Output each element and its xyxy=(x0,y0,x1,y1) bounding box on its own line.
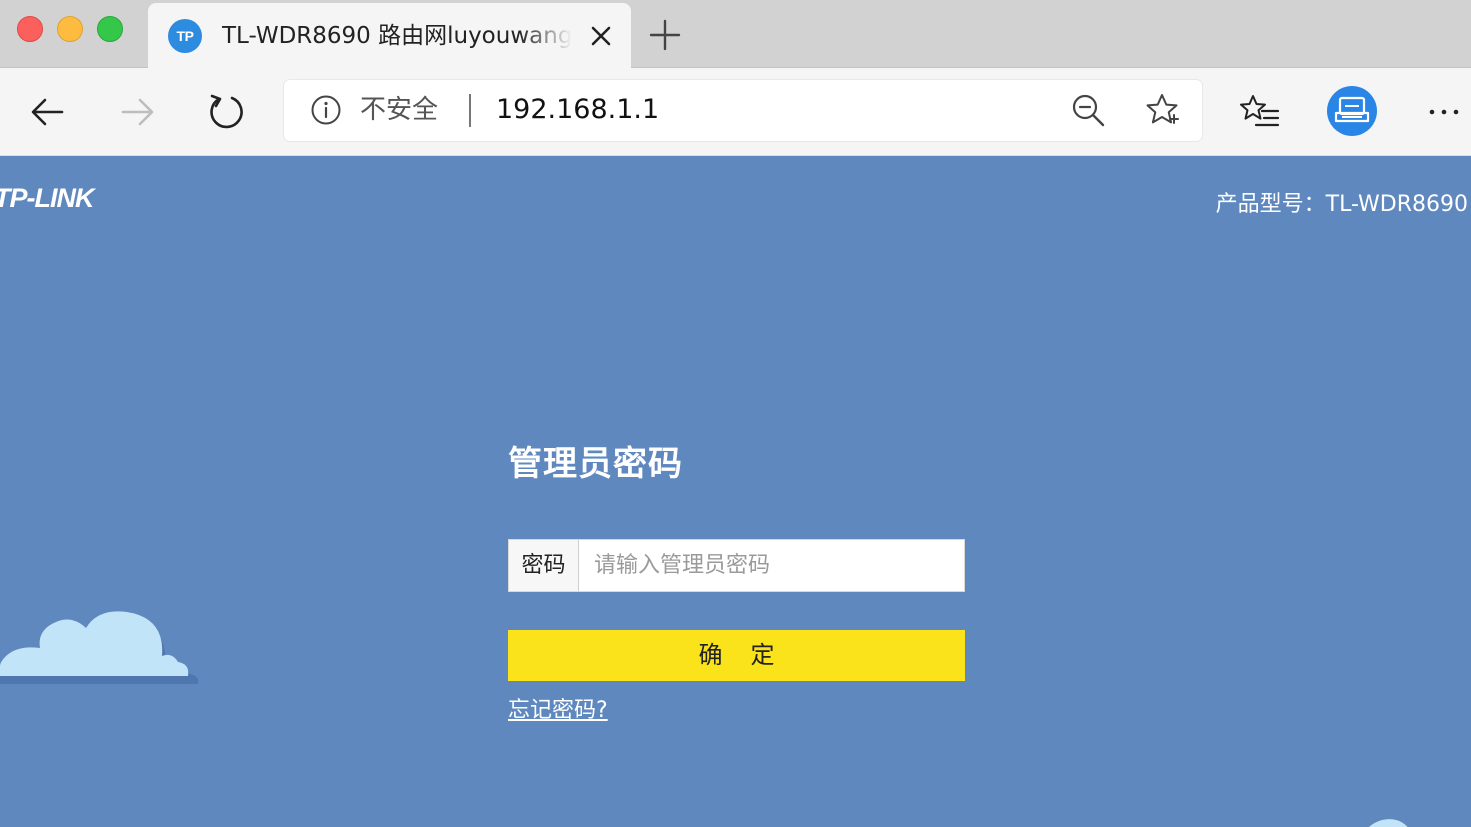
more-options-icon[interactable] xyxy=(1424,98,1464,126)
browser-toolbar: 不安全 192.168.1.1 xyxy=(0,68,1471,156)
password-label: 密码 xyxy=(509,540,579,591)
tab-close-icon[interactable] xyxy=(586,21,616,51)
new-tab-plus-icon[interactable] xyxy=(648,18,682,52)
password-input[interactable] xyxy=(580,540,964,591)
address-bar[interactable]: 不安全 192.168.1.1 xyxy=(284,80,1202,141)
cloud-decoration-left xyxy=(0,611,199,684)
back-arrow-icon[interactable] xyxy=(26,90,70,134)
zoom-out-icon[interactable] xyxy=(1070,92,1106,128)
login-title: 管理员密码 xyxy=(508,444,683,484)
add-favorite-star-icon[interactable] xyxy=(1144,92,1180,128)
tab-strip: TP TL-WDR8690 路由网luyouwang.net xyxy=(0,0,1471,69)
reload-icon[interactable] xyxy=(204,90,248,134)
browser-tab-active[interactable]: TP TL-WDR8690 路由网luyouwang.net xyxy=(148,3,631,69)
cloud-decoration-right xyxy=(1369,819,1408,827)
site-info-icon[interactable] xyxy=(310,94,342,126)
router-login-page: TP-LINK 产品型号：TL-WDR8690 管理员密码 密码 确定 忘记密码… xyxy=(0,156,1471,827)
profile-avatar[interactable] xyxy=(1327,86,1377,136)
favorites-list-icon[interactable] xyxy=(1240,94,1280,130)
product-model-text: 产品型号：TL-WDR8690 xyxy=(1215,192,1468,217)
forgot-password-link[interactable]: 忘记密码? xyxy=(508,696,608,726)
tab-title: TL-WDR8690 路由网luyouwang.net xyxy=(222,23,572,49)
window-minimize-button[interactable] xyxy=(57,16,83,42)
address-separator xyxy=(469,94,471,127)
url-text[interactable]: 192.168.1.1 xyxy=(496,93,659,127)
window-close-button[interactable] xyxy=(17,16,43,42)
security-status-text[interactable]: 不安全 xyxy=(360,93,438,127)
tp-link-favicon-icon: TP xyxy=(168,19,202,53)
confirm-button[interactable]: 确定 xyxy=(508,630,965,681)
window-zoom-button[interactable] xyxy=(97,16,123,42)
forward-arrow-icon[interactable] xyxy=(115,90,159,134)
tp-link-logo: TP-LINK xyxy=(0,183,94,213)
password-field-group: 密码 xyxy=(508,539,965,592)
